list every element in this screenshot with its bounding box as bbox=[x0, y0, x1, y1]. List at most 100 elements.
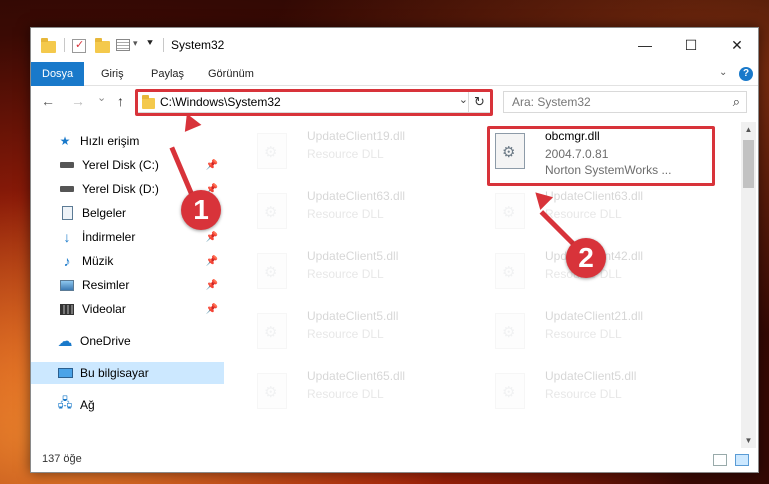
file-name: UpdateClient63.dll bbox=[307, 189, 406, 203]
file-explorer-window: ✓ ▾ ⯆ System32 — ☐ ✕ Dosya Giriş Paylaş … bbox=[30, 27, 759, 473]
search-box[interactable]: Ara: System32 ⌕ bbox=[503, 91, 747, 113]
sidebar-item-label: Yerel Disk (D:) bbox=[82, 182, 159, 196]
search-icon[interactable]: ⌕ bbox=[733, 94, 740, 110]
file-description: Resource DLL bbox=[545, 327, 622, 341]
customize-toolbar-icon[interactable] bbox=[116, 39, 130, 51]
list-item[interactable]: UpdateClient5.dll Resource DLL bbox=[247, 303, 467, 357]
search-input[interactable]: Ara: System32 bbox=[512, 95, 591, 109]
item-count: 137 öğe bbox=[42, 453, 82, 465]
sidebar-item-label: Belgeler bbox=[82, 206, 127, 220]
sidebar-item-label: Videolar bbox=[82, 302, 126, 316]
sidebar-item-quick-access[interactable]: ★ Hızlı erişim bbox=[31, 130, 224, 152]
help-icon[interactable]: ? bbox=[739, 67, 753, 81]
drive-icon bbox=[59, 158, 75, 172]
details-view-icon[interactable] bbox=[713, 454, 727, 466]
ribbon-tabs: Dosya Giriş Paylaş Görünüm ⌄ ? bbox=[31, 62, 758, 86]
file-name: UpdateClient63.dll bbox=[545, 189, 644, 203]
computer-icon bbox=[57, 366, 73, 380]
scroll-up-icon[interactable]: ▲ bbox=[741, 122, 756, 137]
sidebar-item-label: Yerel Disk (C:) bbox=[82, 158, 159, 172]
pin-icon[interactable]: 📌 bbox=[206, 304, 218, 315]
sidebar-item-videos[interactable]: Videolar 📌 bbox=[31, 298, 224, 320]
list-item[interactable]: UpdateClient19.dll Resource DLL bbox=[247, 123, 467, 177]
new-folder-icon[interactable] bbox=[95, 37, 110, 55]
recent-locations-button[interactable]: ⌄ bbox=[97, 91, 106, 104]
file-highlight-box bbox=[487, 126, 715, 186]
step-badge-2: 2 bbox=[566, 238, 606, 278]
file-description: Resource DLL bbox=[307, 207, 384, 221]
dll-file-icon bbox=[257, 253, 287, 289]
file-name: UpdateClient5.dll bbox=[307, 309, 399, 323]
file-name: UpdateClient5.dll bbox=[307, 249, 399, 263]
pin-icon[interactable]: 📌 bbox=[206, 256, 218, 267]
pin-icon[interactable]: 📌 bbox=[206, 280, 218, 291]
title-separator bbox=[163, 38, 164, 52]
file-name: UpdateClient5.dll bbox=[545, 369, 637, 383]
file-description: Resource DLL bbox=[545, 387, 622, 401]
sidebar-item-label: Ağ bbox=[80, 398, 95, 412]
sidebar-item-onedrive[interactable]: ☁ OneDrive bbox=[31, 330, 224, 352]
up-button[interactable]: ↑ bbox=[117, 93, 124, 109]
file-name: UpdateClient65.dll bbox=[307, 369, 406, 383]
list-item[interactable]: UpdateClient65.dll Resource DLL bbox=[247, 363, 467, 417]
dll-file-icon bbox=[257, 133, 287, 169]
list-item[interactable]: UpdateClient21.dll Resource DLL bbox=[485, 303, 705, 357]
dll-file-icon bbox=[257, 373, 287, 409]
properties-icon[interactable]: ✓ bbox=[72, 39, 86, 53]
forward-button[interactable]: → bbox=[71, 93, 85, 109]
close-button[interactable]: ✕ bbox=[714, 28, 758, 62]
sidebar-item-label: İndirmeler bbox=[82, 230, 136, 244]
list-item[interactable]: UpdateClient5.dll Resource DLL bbox=[485, 363, 705, 417]
tab-share[interactable]: Paylaş bbox=[151, 62, 184, 86]
tab-home[interactable]: Giriş bbox=[101, 62, 124, 86]
ribbon-expand-icon[interactable]: ⌄ bbox=[719, 67, 727, 78]
tab-file[interactable]: Dosya bbox=[31, 62, 85, 86]
documents-icon bbox=[59, 206, 75, 220]
maximize-button[interactable]: ☐ bbox=[668, 28, 714, 62]
file-description: Resource DLL bbox=[307, 327, 384, 341]
scroll-thumb[interactable] bbox=[743, 140, 754, 188]
list-item[interactable]: UpdateClient63.dll Resource DLL bbox=[485, 183, 705, 237]
scroll-down-icon[interactable]: ▼ bbox=[741, 433, 756, 448]
dll-file-icon bbox=[257, 193, 287, 229]
sidebar-item-local-disk-c[interactable]: Yerel Disk (C:) 📌 bbox=[31, 154, 224, 176]
sidebar-item-label: Müzik bbox=[82, 254, 114, 268]
sidebar-item-this-pc[interactable]: Bu bilgisayar bbox=[31, 362, 224, 384]
vertical-scrollbar[interactable]: ▲ ▼ bbox=[741, 122, 756, 448]
minimize-button[interactable]: — bbox=[622, 28, 668, 62]
sidebar-item-music[interactable]: ♪ Müzik 📌 bbox=[31, 250, 224, 272]
file-name: UpdateClient21.dll bbox=[545, 309, 644, 323]
folder-icon bbox=[41, 37, 56, 55]
title-bar: ✓ ▾ ⯆ System32 — ☐ ✕ bbox=[31, 28, 758, 62]
pictures-icon bbox=[59, 278, 75, 292]
download-icon: ↓ bbox=[63, 229, 71, 245]
step-badge-1: 1 bbox=[181, 190, 221, 230]
sidebar-item-network[interactable]: 🖧 Ağ bbox=[31, 394, 224, 416]
file-description: Resource DLL bbox=[307, 147, 384, 161]
file-description: Resource DLL bbox=[545, 207, 622, 221]
file-description: Resource DLL bbox=[307, 267, 384, 281]
sidebar-item-pictures[interactable]: Resimler 📌 bbox=[31, 274, 224, 296]
star-icon: ★ bbox=[59, 134, 71, 148]
overflow-icon[interactable]: ⯆ bbox=[146, 38, 154, 56]
tab-view[interactable]: Görünüm bbox=[208, 62, 254, 86]
pin-icon[interactable]: 📌 bbox=[206, 232, 218, 243]
sidebar-item-label: Bu bilgisayar bbox=[80, 366, 149, 380]
list-item[interactable]: UpdateClient5.dll Resource DLL bbox=[247, 243, 467, 297]
file-name: UpdateClient19.dll bbox=[307, 129, 406, 143]
title-separator bbox=[64, 38, 65, 52]
music-icon: ♪ bbox=[63, 253, 71, 269]
videos-icon bbox=[59, 302, 75, 316]
navigation-pane: ★ Hızlı erişim Yerel Disk (C:) 📌 Yerel D… bbox=[31, 128, 226, 448]
list-item[interactable]: UpdateClient63.dll Resource DLL bbox=[247, 183, 467, 237]
sidebar-item-label: Hızlı erişim bbox=[80, 134, 140, 148]
cloud-icon: ☁ bbox=[57, 333, 73, 350]
large-icons-view-icon[interactable] bbox=[735, 454, 749, 466]
toolbar-dropdown-icon[interactable]: ▾ bbox=[133, 38, 138, 56]
window-title: System32 bbox=[171, 38, 225, 52]
sidebar-item-label: Resimler bbox=[82, 278, 130, 292]
network-icon: 🖧 bbox=[57, 395, 73, 410]
back-button[interactable]: ← bbox=[41, 93, 55, 109]
dll-file-icon bbox=[495, 193, 525, 229]
pin-icon[interactable]: 📌 bbox=[206, 160, 218, 171]
